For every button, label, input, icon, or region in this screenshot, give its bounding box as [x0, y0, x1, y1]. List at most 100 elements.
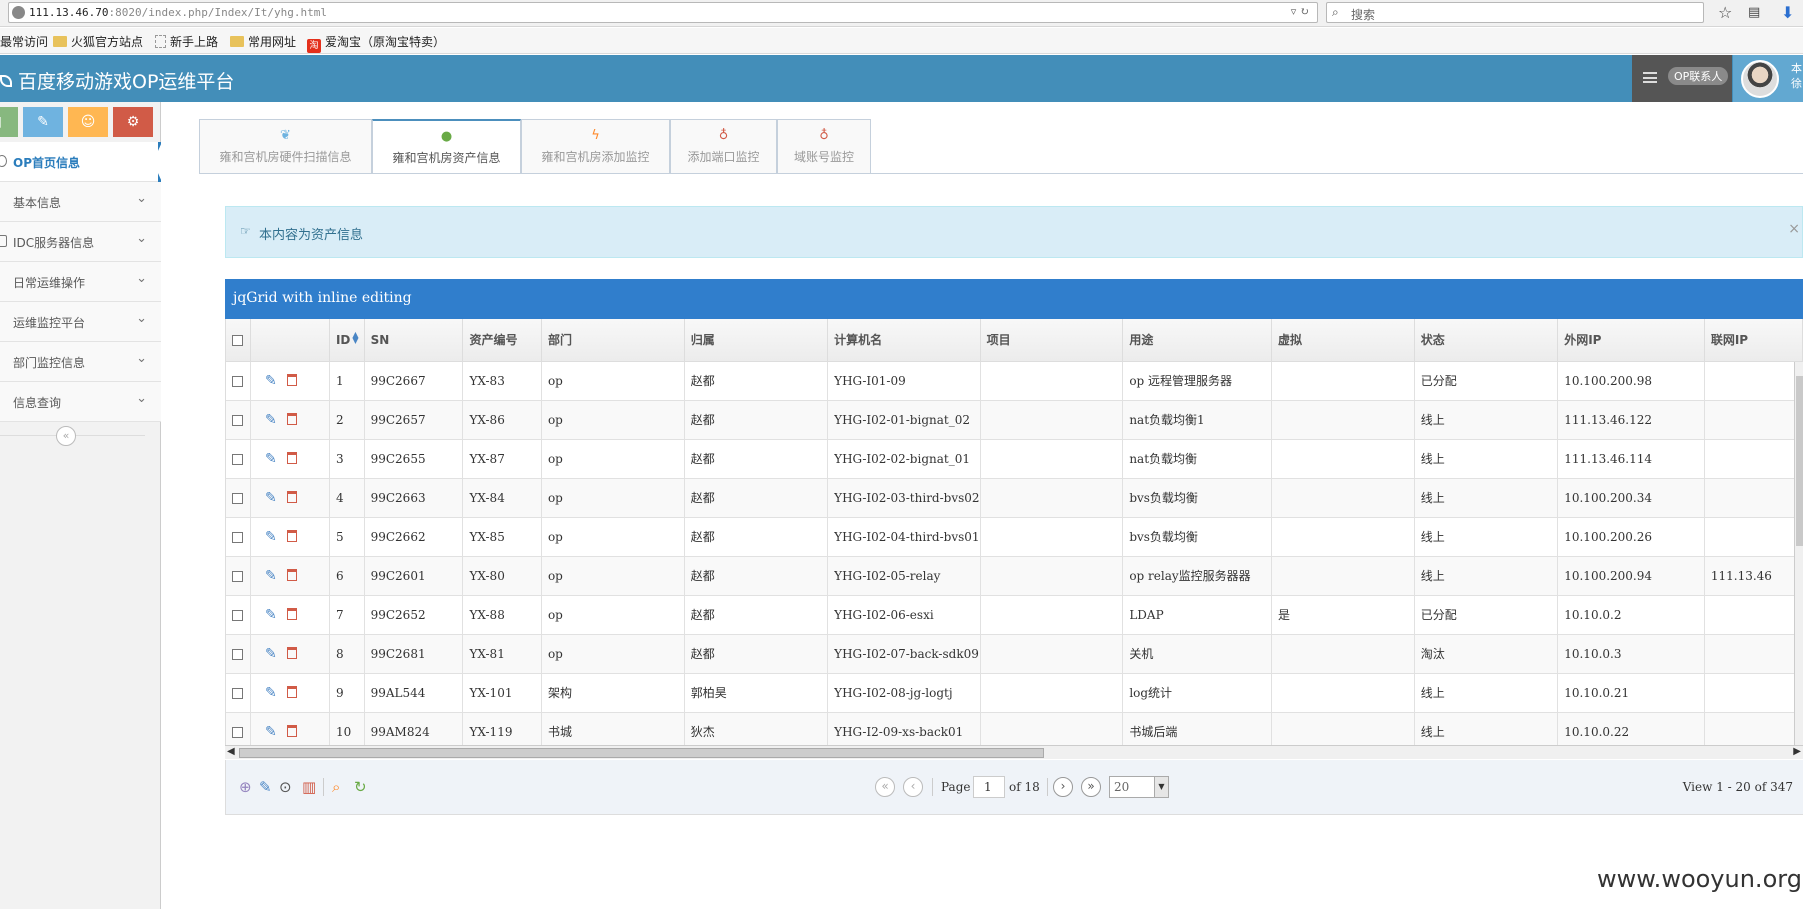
address-bar[interactable]: 111.13.46.70:8020/index.php/Index/It/yhg…	[8, 2, 1318, 23]
bookmark-most-visited[interactable]: 最常访问	[0, 33, 48, 50]
table-row[interactable]: ✎ 3 99C2655 YX-87 op 赵都 YHG-I02-02-bignat_01 na…	[226, 439, 1803, 479]
sidebar-item-dept-monitor[interactable]: 部门监控信息 ⌄	[0, 342, 161, 382]
table-row[interactable]: ✎ 9 99AL544 YX-101 架构 郭柏昊 YHG-I02-08-jg-logtj l…	[226, 673, 1803, 713]
table-row[interactable]: ✎ 4 99C2663 YX-84 op 赵都 YHG-I02-03-third-bvs02…	[226, 478, 1803, 518]
refresh-icon[interactable]: ↻	[354, 778, 367, 796]
trash-icon[interactable]	[286, 412, 297, 425]
vertical-scrollbar[interactable]	[1794, 362, 1803, 745]
bookmark-ai-taobao[interactable]: 淘爱淘宝（原淘宝特卖）	[307, 33, 445, 53]
row-checkbox[interactable]	[232, 726, 243, 738]
tab-port-monitor[interactable]: ♁ 添加端口监控	[670, 119, 777, 174]
row-checkbox[interactable]	[232, 414, 243, 426]
column-header-id[interactable]: ID ▲ ▼	[329, 319, 365, 362]
edit-pencil-icon[interactable]: ✎	[265, 685, 277, 701]
op-contact-button[interactable]: OP联系人	[1632, 55, 1732, 102]
row-checkbox[interactable]	[232, 453, 243, 465]
column-header-hostname[interactable]: 计算机名	[827, 319, 981, 362]
trash-icon[interactable]	[286, 724, 297, 737]
sidebar-collapse-button[interactable]: «	[56, 426, 76, 446]
sidebar-item-daily-ops[interactable]: 日常运维操作 ⌄	[0, 262, 161, 302]
scroll-right-icon[interactable]: ▶	[1793, 746, 1801, 757]
row-checkbox[interactable]	[232, 609, 243, 621]
column-header-owner[interactable]: 归属	[684, 319, 829, 362]
reading-list-icon[interactable]: ▤	[1748, 5, 1760, 20]
table-row[interactable]: ✎ 7 99C2652 YX-88 op 赵都 YHG-I02-06-esxi LDAP 是已分…	[226, 595, 1803, 635]
trash-icon[interactable]	[286, 685, 297, 698]
scroll-left-icon[interactable]: ◀	[227, 746, 235, 757]
table-row[interactable]: ✎ 6 99C2601 YX-80 op 赵都 YHG-I02-05-relay op rel…	[226, 556, 1803, 596]
edit-pencil-icon[interactable]: ✎	[265, 646, 277, 662]
page-size-select[interactable]: 20 ▼	[1109, 776, 1169, 798]
first-page-button[interactable]: «	[875, 777, 895, 797]
trash-icon[interactable]	[286, 490, 297, 503]
trash-icon[interactable]	[286, 529, 297, 542]
row-checkbox[interactable]	[232, 531, 243, 543]
page-input[interactable]: 1	[973, 776, 1005, 798]
table-row[interactable]: ✎ 1 99C2667 YX-83 op 赵都 YHG-I01-09 op 远程管理服务器 已分…	[226, 361, 1803, 401]
prev-page-button[interactable]: ‹	[903, 777, 923, 797]
edit-pencil-icon[interactable]: ✎	[265, 568, 277, 584]
table-row[interactable]: ✎ 2 99C2657 YX-86 op 赵都 YHG-I02-01-bignat_02 na…	[226, 400, 1803, 440]
column-header-network-ip[interactable]: 联网IP	[1704, 319, 1803, 362]
row-checkbox[interactable]	[232, 648, 243, 660]
row-checkbox[interactable]	[232, 687, 243, 699]
next-page-button[interactable]: ›	[1053, 777, 1073, 797]
table-row[interactable]: ✎ 8 99C2681 YX-81 op 赵都 YHG-I02-07-back-sdk09 关…	[226, 634, 1803, 674]
sidebar-item-monitor-platform[interactable]: 运维监控平台 ⌄	[0, 302, 161, 342]
sidebar-item-basic-info[interactable]: 基本信息 ⌄	[0, 182, 161, 222]
site-info-icon[interactable]	[12, 6, 25, 19]
sidebar-item-info-query[interactable]: 信息查询 ⌄	[0, 382, 161, 422]
edit-row-icon[interactable]: ✎	[259, 778, 272, 796]
edit-pencil-icon[interactable]: ✎	[265, 607, 277, 623]
tab-add-monitor[interactable]: ϟ 雍和宫机房添加监控	[521, 119, 670, 174]
row-checkbox[interactable]	[232, 570, 243, 582]
bookmark-getting-started[interactable]: 新手上路	[155, 33, 218, 50]
app-title[interactable]: 百度移动游戏OP运维平台	[0, 67, 234, 94]
tab-asset-info[interactable]: ● 雍和宫机房资产信息	[372, 119, 521, 174]
user-menu[interactable]: 本 徐	[1733, 55, 1803, 102]
last-page-button[interactable]: »	[1081, 777, 1101, 797]
edit-pencil-icon[interactable]: ✎	[265, 412, 277, 428]
shortcut-pencil-button[interactable]: ✎	[23, 107, 63, 137]
column-header-project[interactable]: 项目	[980, 319, 1124, 362]
column-header-asset-no[interactable]: 资产编号	[462, 319, 542, 362]
table-row[interactable]: ✎ 10 99AM824 YX-119 书城 狄杰 YHG-I2-09-xs-back01 书…	[226, 712, 1803, 745]
column-header-purpose[interactable]: 用途	[1122, 319, 1272, 362]
sidebar-item-op-home[interactable]: OP首页信息	[0, 142, 162, 182]
trash-icon[interactable]	[286, 568, 297, 581]
shortcut-users-button[interactable]: ☺	[68, 107, 108, 137]
trash-icon[interactable]	[286, 607, 297, 620]
trash-icon[interactable]	[286, 646, 297, 659]
bookmark-firefox-site[interactable]: 火狐官方站点	[53, 33, 143, 50]
edit-pencil-icon[interactable]: ✎	[265, 490, 277, 506]
delete-row-icon[interactable]: ▥	[302, 778, 316, 796]
scrollbar-thumb[interactable]	[239, 748, 1044, 758]
row-checkbox[interactable]	[232, 492, 243, 504]
search-icon[interactable]: ⌕	[332, 778, 340, 796]
select-all-checkbox[interactable]	[232, 334, 243, 346]
download-icon[interactable]: ⬇	[1781, 3, 1794, 22]
add-row-icon[interactable]: ⊕	[239, 778, 252, 796]
trash-icon[interactable]	[286, 451, 297, 464]
edit-pencil-icon[interactable]: ✎	[265, 373, 277, 389]
column-header-department[interactable]: 部门	[541, 319, 685, 362]
edit-pencil-icon[interactable]: ✎	[265, 451, 277, 467]
shortcut-chart-button[interactable]: ▮	[0, 107, 18, 137]
edit-pencil-icon[interactable]: ✎	[265, 724, 277, 740]
column-header-status[interactable]: 状态	[1414, 319, 1559, 362]
trash-icon[interactable]	[286, 373, 297, 386]
bookmark-common-sites[interactable]: 常用网址	[230, 33, 296, 50]
sidebar-item-idc-server[interactable]: IDC服务器信息 ⌄	[0, 222, 161, 262]
bookmark-star-icon[interactable]: ☆	[1718, 3, 1732, 22]
tab-hardware-scan[interactable]: ❦ 雍和宫机房硬件扫描信息	[199, 119, 372, 174]
horizontal-scrollbar[interactable]: ◀ ▶	[225, 745, 1803, 759]
column-header-sn[interactable]: SN	[364, 319, 464, 362]
row-checkbox[interactable]	[232, 375, 243, 387]
column-header-virtual[interactable]: 虚拟	[1271, 319, 1415, 362]
close-icon[interactable]: ×	[1788, 221, 1800, 237]
column-header-external-ip[interactable]: 外网IP	[1557, 319, 1705, 362]
scrollbar-thumb[interactable]	[1796, 376, 1803, 546]
shortcut-cogs-button[interactable]: ⚙	[113, 107, 153, 137]
table-row[interactable]: ✎ 5 99C2662 YX-85 op 赵都 YHG-I02-04-third-bvs01…	[226, 517, 1803, 557]
edit-pencil-icon[interactable]: ✎	[265, 529, 277, 545]
